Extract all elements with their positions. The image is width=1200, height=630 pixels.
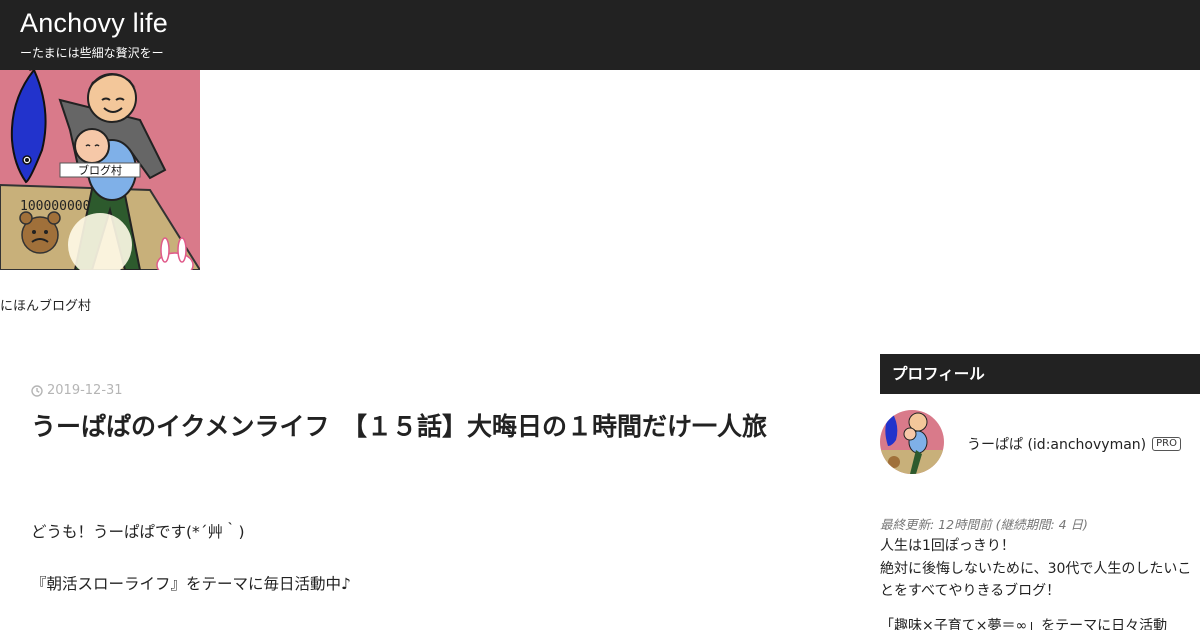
profile-header: うーぱぱ (id:anchovyman) PRO [880, 394, 1200, 490]
blog-mura-link[interactable]: にほんブログ村 [0, 295, 91, 314]
entry-body: どうも！うーぱぱです(*´艸｀) 『朝活スローライフ』をテーマに毎日活動中♪ [31, 520, 821, 624]
site-header: Anchovy life ーたまには些細な贅沢をー [0, 0, 1200, 70]
profile-module-title: プロフィール [880, 354, 1200, 394]
clock-icon [31, 384, 43, 397]
profile-updated: 最終更新: 12時間前 (継続期間: 4 日) [880, 517, 1088, 532]
avatar[interactable] [880, 410, 944, 474]
entry-date-text: 2019-12-31 [47, 383, 123, 398]
site-description: ーたまには些細な贅沢をー [20, 46, 164, 60]
site-title-link[interactable]: Anchovy life [20, 8, 168, 39]
entry-paragraph: 『朝活スローライフ』をテーマに毎日活動中♪ [31, 575, 351, 593]
profile-name: うーぱぱ (id:anchovyman) [967, 437, 1147, 453]
blog-mura-illustration-icon: 100000000 ブログ村 [0, 70, 200, 270]
entry-title[interactable]: うーぱぱのイクメンライフ 【１５話】大晦日の１時間だけ一人旅 [31, 406, 821, 448]
profile-line: 人生は1回ぽっきり！ [880, 538, 1015, 554]
profile-line: 「趣味×子育て×夢＝∞」をテーマに日々活動中！！ [880, 617, 1168, 630]
profile-description: 人生は1回ぽっきり！ 絶対に後悔しないために、30代で人生のしたいことをすべてや… [880, 535, 1200, 630]
svg-text:ブログ村: ブログ村 [78, 163, 122, 177]
entry-paragraph: どうも！うーぱぱです(*´艸｀) [31, 523, 245, 541]
entry-date[interactable]: 2019-12-31 [31, 383, 123, 398]
sidebar: プロフィール うーぱぱ (id:anchovyman) PRO 最終更新: 12… [880, 354, 1200, 630]
profile-name-link[interactable]: うーぱぱ (id:anchovyman) PRO [967, 434, 1181, 454]
pro-badge: PRO [1152, 437, 1181, 451]
profile-line: 絶対に後悔しないために、30代で人生のしたいことをすべてやりきるブログ！ [880, 560, 1192, 600]
blog-mura-banner[interactable]: 100000000 ブログ村 [0, 70, 200, 270]
